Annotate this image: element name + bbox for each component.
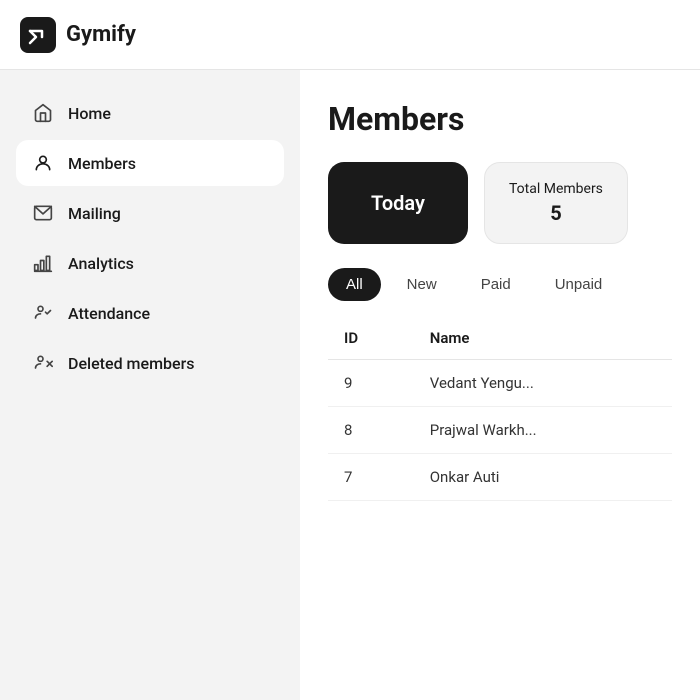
attendance-icon xyxy=(32,302,54,324)
app-logo xyxy=(20,17,56,53)
sidebar-item-members[interactable]: Members xyxy=(16,140,284,186)
sidebar-item-attendance[interactable]: Attendance xyxy=(16,290,284,336)
table-header-row: ID Name xyxy=(328,317,672,360)
sidebar-item-label-deleted: Deleted members xyxy=(68,354,194,373)
sidebar-item-label-home: Home xyxy=(68,104,111,123)
table-row[interactable]: 7 Onkar Auti xyxy=(328,454,672,501)
column-header-name: Name xyxy=(414,317,672,360)
sidebar: Home Members Mailing xyxy=(0,70,300,700)
main-content: Members Today Total Members 5 All New Pa… xyxy=(300,70,700,700)
sidebar-item-mailing[interactable]: Mailing xyxy=(16,190,284,236)
home-icon xyxy=(32,102,54,124)
stat-card-total: Total Members 5 xyxy=(484,162,628,244)
cell-name: Vedant Yengu... xyxy=(414,360,672,407)
members-table: ID Name 9 Vedant Yengu... 8 Prajwal Wark… xyxy=(328,317,672,501)
stats-row: Today Total Members 5 xyxy=(328,162,672,244)
app-name: Gymify xyxy=(66,22,136,47)
mailing-icon xyxy=(32,202,54,224)
cell-id: 8 xyxy=(328,407,414,454)
members-icon xyxy=(32,152,54,174)
table-row[interactable]: 8 Prajwal Warkh... xyxy=(328,407,672,454)
tab-paid[interactable]: Paid xyxy=(463,268,529,301)
deleted-icon xyxy=(32,352,54,374)
tab-new[interactable]: New xyxy=(389,268,455,301)
tab-all[interactable]: All xyxy=(328,268,381,301)
sidebar-item-label-members: Members xyxy=(68,154,136,173)
stat-total-value: 5 xyxy=(550,201,561,225)
cell-id: 9 xyxy=(328,360,414,407)
sidebar-item-home[interactable]: Home xyxy=(16,90,284,136)
filter-tabs: All New Paid Unpaid xyxy=(328,268,672,301)
sidebar-item-label-analytics: Analytics xyxy=(68,254,134,273)
stat-card-today[interactable]: Today xyxy=(328,162,468,244)
stat-total-label: Total Members xyxy=(509,181,603,197)
column-header-id: ID xyxy=(328,317,414,360)
analytics-icon xyxy=(32,252,54,274)
sidebar-item-deleted[interactable]: Deleted members xyxy=(16,340,284,386)
cell-name: Onkar Auti xyxy=(414,454,672,501)
sidebar-item-label-attendance: Attendance xyxy=(68,304,150,323)
page-title: Members xyxy=(328,100,672,138)
header: Gymify xyxy=(0,0,700,70)
table-row[interactable]: 9 Vedant Yengu... xyxy=(328,360,672,407)
cell-id: 7 xyxy=(328,454,414,501)
sidebar-item-analytics[interactable]: Analytics xyxy=(16,240,284,286)
cell-name: Prajwal Warkh... xyxy=(414,407,672,454)
stat-today-label: Today xyxy=(371,191,425,215)
tab-unpaid[interactable]: Unpaid xyxy=(537,268,621,301)
sidebar-item-label-mailing: Mailing xyxy=(68,204,121,223)
